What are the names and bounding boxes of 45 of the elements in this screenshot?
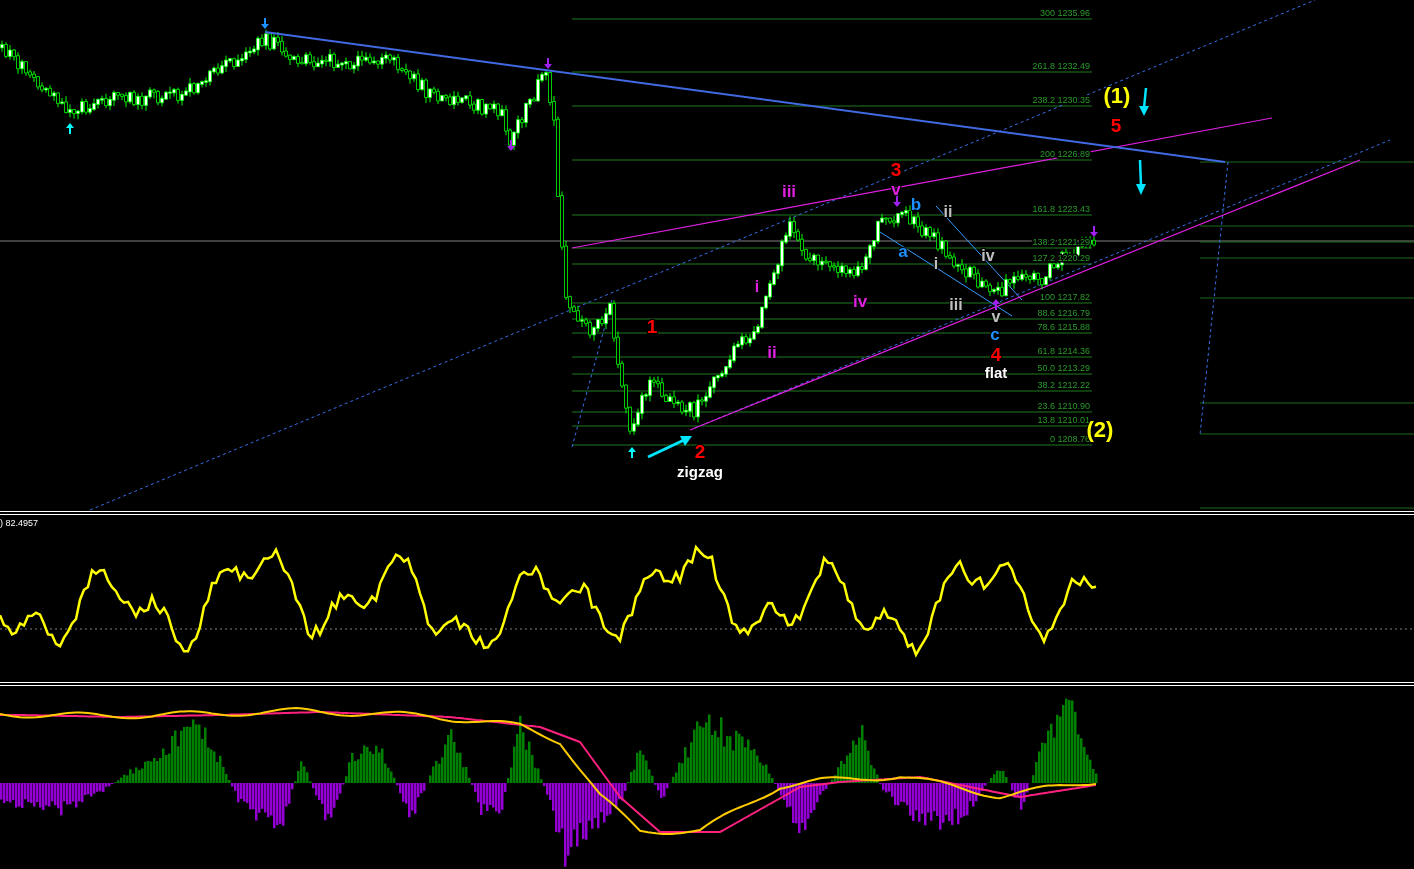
down-arrow-icon bbox=[1090, 226, 1098, 237]
wave-label: 2 bbox=[694, 441, 706, 462]
fibonacci-label: 238.2 1230.35 bbox=[1032, 95, 1090, 105]
fibonacci-label: 61.8 1214.36 bbox=[1037, 346, 1090, 356]
fibonacci-label: 23.6 1210.90 bbox=[1037, 401, 1090, 411]
wave-label: 3 bbox=[890, 159, 902, 180]
down-arrow-icon bbox=[507, 140, 515, 151]
down-arrow-icon bbox=[261, 18, 269, 29]
fibonacci-label: 138.2 1221.29 bbox=[1032, 237, 1090, 247]
wave-label: 5 bbox=[1110, 115, 1122, 136]
indicator-value: ) 82.4957 bbox=[0, 518, 39, 528]
wave-label: ii bbox=[943, 203, 953, 220]
fibonacci-label: 13.8 1210.01 bbox=[1037, 415, 1090, 425]
fibonacci-label: 38.2 1212.22 bbox=[1037, 380, 1090, 390]
wave-label: i bbox=[933, 255, 939, 272]
wave-label: b bbox=[910, 195, 922, 214]
fibonacci-label: 100 1217.82 bbox=[1039, 292, 1090, 302]
fibonacci-label: 261.8 1232.49 bbox=[1032, 61, 1090, 71]
wave-label: a bbox=[898, 242, 908, 261]
wave-label: 1 bbox=[646, 316, 658, 337]
wave-label: zigzag bbox=[677, 463, 723, 480]
wave-label: ii bbox=[767, 343, 777, 362]
up-arrow-icon bbox=[992, 299, 1000, 310]
arrow-icon bbox=[647, 436, 692, 459]
wave-label: v bbox=[991, 308, 1001, 325]
fibonacci-label: 78.6 1215.88 bbox=[1037, 322, 1090, 332]
wave-label: i bbox=[754, 278, 760, 295]
down-arrow-icon bbox=[1136, 159, 1146, 195]
wave-label: iii bbox=[949, 296, 963, 313]
wave-label: 4 bbox=[990, 344, 1002, 365]
wave-label: c bbox=[990, 325, 1000, 344]
fibonacci-label: 161.8 1223.43 bbox=[1032, 204, 1090, 214]
fibonacci-label: 50.0 1213.29 bbox=[1037, 363, 1090, 373]
wave-label: (1) bbox=[1103, 83, 1131, 108]
down-arrow-icon bbox=[893, 196, 901, 207]
wave-label: iii bbox=[781, 182, 797, 201]
up-arrow-icon bbox=[66, 123, 74, 134]
wave-label: iv bbox=[981, 247, 995, 264]
fibonacci-label: 300 1235.96 bbox=[1039, 8, 1090, 18]
down-arrow-icon bbox=[1139, 87, 1149, 116]
down-arrow-icon bbox=[544, 58, 552, 69]
up-arrow-icon bbox=[628, 447, 636, 458]
fibonacci-label: 88.6 1216.79 bbox=[1037, 308, 1090, 318]
wave-label: flat bbox=[984, 364, 1008, 381]
wave-label: iv bbox=[852, 292, 868, 311]
